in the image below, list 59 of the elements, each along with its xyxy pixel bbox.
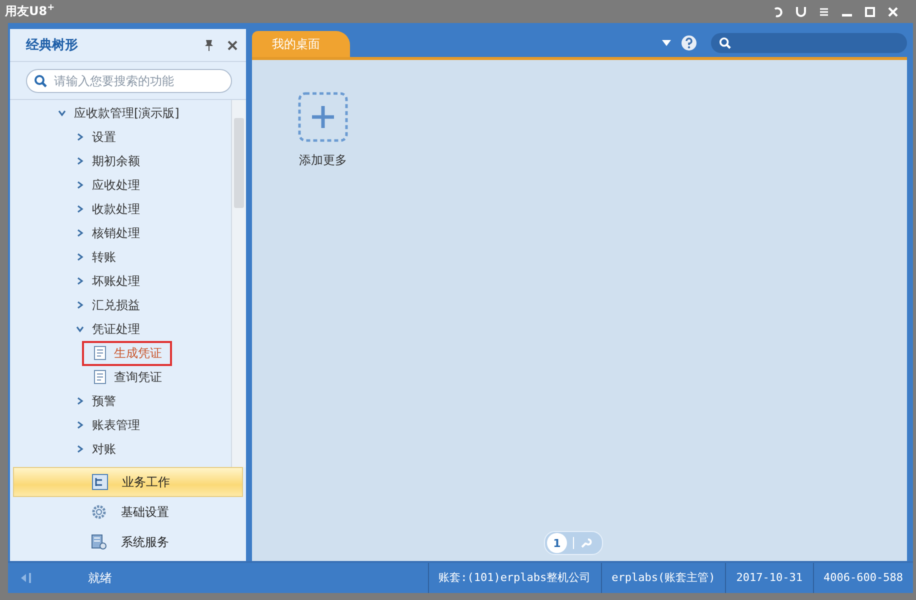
- chevron-right-icon[interactable]: [76, 253, 84, 261]
- search-icon: [34, 74, 47, 88]
- tree-item[interactable]: 转账: [92, 248, 116, 266]
- nav-button[interactable]: 系统服务: [13, 527, 243, 557]
- chevron-right-icon[interactable]: [76, 133, 84, 141]
- magnet-icon[interactable]: [795, 6, 807, 18]
- chevron-down-icon[interactable]: [58, 109, 66, 117]
- search-icon: [719, 37, 731, 49]
- chevron-right-icon[interactable]: [76, 229, 84, 237]
- chevron-right-icon[interactable]: [76, 277, 84, 285]
- scrollbar[interactable]: [231, 100, 246, 467]
- chevron-right-icon[interactable]: [76, 397, 84, 405]
- server-gear-icon: [91, 534, 107, 550]
- status-text: 就绪: [88, 570, 112, 586]
- document-icon: [94, 346, 106, 360]
- help-icon[interactable]: [681, 35, 697, 51]
- search-field[interactable]: [711, 33, 907, 53]
- tree-item[interactable]: 生成凭证: [114, 344, 162, 362]
- tree-item[interactable]: 应收处理: [92, 176, 140, 194]
- tree-item[interactable]: 账表管理: [92, 416, 140, 434]
- chevron-right-icon[interactable]: [76, 421, 84, 429]
- nav-button[interactable]: 业务工作: [13, 467, 243, 497]
- chevron-right-icon[interactable]: [76, 445, 84, 453]
- tree-item[interactable]: 凭证处理: [92, 320, 140, 338]
- status-item: 账套:(101)erplabs整机公司: [428, 563, 601, 593]
- tree-item[interactable]: 期初余额: [92, 152, 140, 170]
- undo-icon[interactable]: [772, 6, 784, 18]
- page-dot[interactable]: 1: [547, 533, 567, 553]
- nav-button[interactable]: 基础设置: [13, 497, 243, 527]
- panel-title: 经典树形: [26, 37, 78, 54]
- close-icon[interactable]: [227, 40, 238, 50]
- status-item: 2017-10-31: [725, 563, 813, 593]
- dropdown-caret-icon[interactable]: [662, 40, 671, 46]
- menu-icon[interactable]: [818, 6, 830, 18]
- chevron-right-icon[interactable]: [76, 301, 84, 309]
- add-more-label[interactable]: 添加更多: [299, 152, 347, 169]
- tree-item[interactable]: 设置: [92, 128, 116, 146]
- add-tile-icon[interactable]: [298, 92, 348, 142]
- window-title: 用友U8$^{+}$: [5, 3, 55, 20]
- status-item: 4006-600-588: [812, 563, 913, 593]
- tree-item[interactable]: 应收款管理[演示版]: [74, 104, 180, 122]
- tree-item[interactable]: 核销处理: [92, 224, 140, 242]
- search-field[interactable]: 请输入您要搜索的功能: [26, 69, 232, 93]
- status-item: erplabs(账套主管): [600, 563, 726, 593]
- maximize-icon[interactable]: [864, 6, 876, 18]
- pin-icon[interactable]: [203, 39, 215, 51]
- chevron-right-icon[interactable]: [76, 205, 84, 213]
- tree-item[interactable]: 坏账处理: [92, 272, 140, 290]
- tree-structure-icon: [92, 474, 108, 490]
- tree-item[interactable]: 收款处理: [92, 200, 140, 218]
- chevron-right-icon[interactable]: [76, 181, 84, 189]
- tree-item[interactable]: 汇兑损益: [92, 296, 140, 314]
- tree-item[interactable]: 预警: [92, 392, 116, 410]
- tree-item[interactable]: 查询凭证: [114, 368, 162, 386]
- gear-icon: [91, 504, 107, 520]
- chevron-right-icon[interactable]: [76, 157, 84, 165]
- tree-item[interactable]: 对账: [92, 440, 116, 458]
- document-icon: [94, 370, 106, 384]
- chevron-down-icon[interactable]: [76, 325, 84, 333]
